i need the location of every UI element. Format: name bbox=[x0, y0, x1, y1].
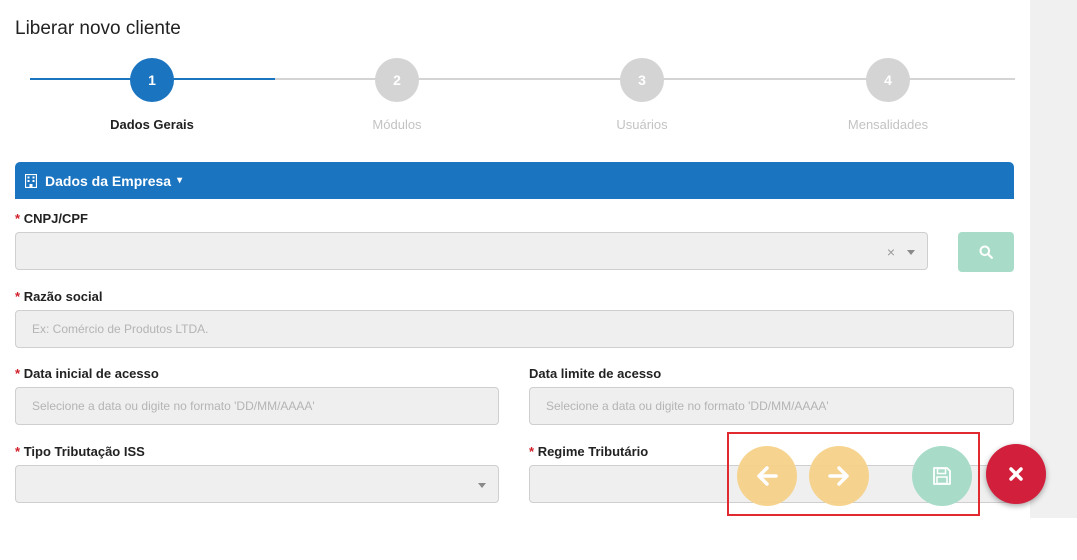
chevron-down-icon: ▾ bbox=[177, 175, 183, 186]
close-button[interactable] bbox=[986, 444, 1046, 504]
data-limite-field[interactable] bbox=[529, 387, 1014, 425]
building-icon bbox=[25, 173, 37, 188]
step-4-label: Mensalidades bbox=[847, 117, 929, 132]
close-icon bbox=[1009, 467, 1023, 481]
razao-social-field[interactable] bbox=[15, 310, 1014, 348]
cnpj-label-text: CNPJ/CPF bbox=[23, 211, 88, 226]
section-title: Dados da Empresa bbox=[45, 172, 172, 189]
razao-social-label-text: Razão social bbox=[23, 289, 103, 304]
step-4-number: 4 bbox=[884, 72, 892, 88]
regime-tributario-label: * Regime Tributário bbox=[529, 444, 648, 459]
data-inicial-input[interactable] bbox=[16, 388, 498, 424]
razao-social-input[interactable] bbox=[16, 311, 1013, 347]
data-inicial-label-text: Data inicial de acesso bbox=[23, 366, 159, 381]
step-4-circle[interactable]: 4 bbox=[866, 58, 910, 102]
regime-tributario-label-text: Regime Tributário bbox=[537, 444, 649, 459]
required-mark: * bbox=[529, 444, 535, 459]
razao-social-label: * Razão social bbox=[15, 289, 102, 304]
step-2-number: 2 bbox=[393, 72, 401, 88]
step-2-label: Módulos bbox=[372, 117, 422, 132]
dropdown-caret-icon bbox=[907, 250, 915, 255]
section-header-dados-empresa[interactable]: Dados da Empresa ▾ bbox=[15, 162, 1014, 199]
required-mark: * bbox=[15, 289, 21, 304]
data-limite-label: Data limite de acesso bbox=[529, 366, 661, 381]
step-3-circle[interactable]: 3 bbox=[620, 58, 664, 102]
tipo-tributacao-label-text: Tipo Tributação ISS bbox=[23, 444, 145, 459]
clear-icon[interactable]: × bbox=[887, 244, 895, 260]
step-3-label: Usuários bbox=[616, 117, 668, 132]
required-mark: * bbox=[15, 444, 21, 459]
step-2-circle[interactable]: 2 bbox=[375, 58, 419, 102]
data-limite-label-text: Data limite de acesso bbox=[529, 366, 662, 381]
step-3-number: 3 bbox=[638, 72, 646, 88]
tipo-tributacao-select[interactable] bbox=[15, 465, 499, 503]
search-button[interactable] bbox=[958, 232, 1014, 272]
step-1-number: 1 bbox=[148, 72, 156, 88]
required-mark: * bbox=[15, 366, 21, 381]
data-limite-input[interactable] bbox=[530, 388, 1013, 424]
cnpj-select[interactable]: × bbox=[15, 232, 928, 270]
page-title: Liberar novo cliente bbox=[15, 18, 181, 39]
step-1-label: Dados Gerais bbox=[110, 117, 194, 132]
tipo-tributacao-label: * Tipo Tributação ISS bbox=[15, 444, 145, 459]
data-inicial-label: * Data inicial de acesso bbox=[15, 366, 159, 381]
search-icon bbox=[979, 245, 993, 259]
step-1-circle[interactable]: 1 bbox=[130, 58, 174, 102]
data-inicial-field[interactable] bbox=[15, 387, 499, 425]
dropdown-caret-icon bbox=[478, 483, 486, 488]
required-mark: * bbox=[15, 211, 21, 226]
page-background-strip bbox=[1030, 0, 1077, 518]
highlight-annotation bbox=[727, 432, 980, 516]
cnpj-label: * CNPJ/CPF bbox=[15, 211, 88, 226]
